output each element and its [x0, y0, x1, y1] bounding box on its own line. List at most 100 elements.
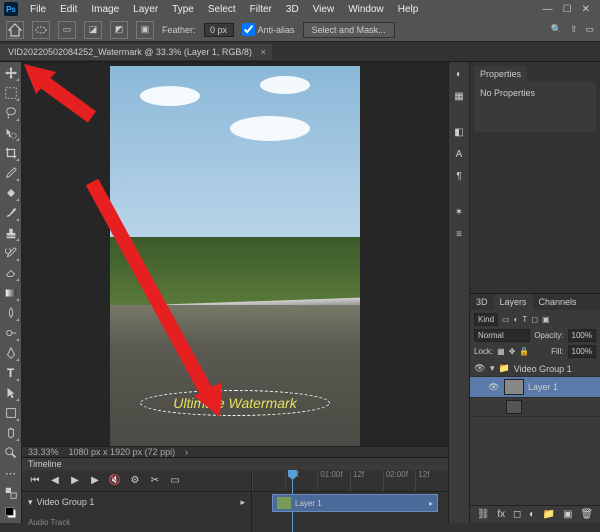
zoom-tool-icon[interactable]: [2, 444, 20, 462]
antialias-check-input[interactable]: [242, 23, 255, 36]
lock-position-icon[interactable]: ✥: [509, 347, 516, 356]
history-brush-tool-icon[interactable]: [2, 244, 20, 262]
next-frame-icon[interactable]: ▶: [88, 474, 102, 488]
close-icon[interactable]: ✕: [582, 4, 590, 15]
maximize-icon[interactable]: ☐: [563, 4, 572, 15]
blend-mode-select[interactable]: Normal: [474, 329, 530, 342]
canvas-viewport[interactable]: Ultimate Watermark: [22, 62, 448, 446]
shape-tool-icon[interactable]: [2, 404, 20, 422]
new-group-icon[interactable]: 📁: [543, 509, 555, 520]
visibility-eye-icon[interactable]: 👁: [488, 382, 500, 393]
menu-layer[interactable]: Layer: [127, 2, 164, 17]
history-panel-icon[interactable]: ≡: [451, 226, 467, 242]
track-add-icon[interactable]: ▸: [240, 497, 245, 508]
filter-smart-icon[interactable]: ▣: [542, 315, 550, 324]
antialias-checkbox[interactable]: Anti-alias: [242, 23, 295, 36]
layer-row[interactable]: 👁 Layer 1: [470, 377, 600, 398]
chevron-down-icon[interactable]: ▾: [490, 363, 495, 374]
healing-tool-icon[interactable]: [2, 184, 20, 202]
tab-channels[interactable]: Channels: [533, 294, 583, 310]
share-icon[interactable]: ⇧: [570, 24, 578, 35]
stamp-tool-icon[interactable]: [2, 224, 20, 242]
blur-tool-icon[interactable]: [2, 304, 20, 322]
clip-menu-icon[interactable]: ▸: [429, 499, 433, 508]
gradient-tool-icon[interactable]: [2, 284, 20, 302]
delete-layer-icon[interactable]: 🗑: [580, 509, 593, 520]
home-icon[interactable]: [6, 21, 24, 39]
workspace-icon[interactable]: ▭: [585, 24, 594, 35]
menu-filter[interactable]: Filter: [244, 2, 278, 17]
brushes-panel-icon[interactable]: ✶: [451, 204, 467, 220]
timeline-video-group-row[interactable]: ▾ Video Group 1 ▸: [22, 492, 251, 512]
selection-mode-intersect-icon[interactable]: ▣: [136, 21, 154, 39]
adjustment-layer-icon[interactable]: ◐: [529, 509, 535, 520]
timeline-options-icon[interactable]: ⚙: [128, 474, 142, 488]
search-icon[interactable]: 🔍: [551, 24, 562, 35]
lock-all-icon[interactable]: 🔒: [519, 347, 529, 356]
tab-layers[interactable]: Layers: [494, 294, 533, 310]
menu-select[interactable]: Select: [202, 2, 242, 17]
lasso-tool-icon[interactable]: [2, 104, 20, 122]
select-and-mask-button[interactable]: Select and Mask...: [303, 22, 395, 38]
more-tools-icon[interactable]: ⋯: [2, 464, 20, 482]
filter-type-icon[interactable]: T: [522, 315, 527, 324]
brush-tool-icon[interactable]: [2, 204, 20, 222]
type-tool-icon[interactable]: T: [2, 364, 20, 382]
feather-input[interactable]: 0 px: [204, 23, 234, 37]
menu-file[interactable]: File: [24, 2, 52, 17]
swatches-panel-icon[interactable]: ▦: [451, 88, 467, 104]
layer-thumbnail-icon[interactable]: [504, 379, 524, 395]
minimize-icon[interactable]: —: [543, 4, 553, 15]
layer-group-row[interactable]: 👁 ▾ 📁 Video Group 1: [470, 361, 600, 377]
close-tab-icon[interactable]: ×: [261, 47, 266, 57]
layer-sub-row[interactable]: [470, 398, 600, 417]
path-select-tool-icon[interactable]: [2, 384, 20, 402]
prev-frame-icon[interactable]: ◀: [48, 474, 62, 488]
paragraph-panel-icon[interactable]: ¶: [451, 168, 467, 184]
properties-tab[interactable]: Properties: [474, 66, 527, 82]
fill-input[interactable]: 100%: [568, 345, 596, 358]
menu-window[interactable]: Window: [342, 2, 390, 17]
adjustments-panel-icon[interactable]: ◧: [451, 124, 467, 140]
timeline-clip[interactable]: Layer 1 ▸: [272, 494, 438, 512]
selection-mode-sub-icon[interactable]: ◩: [110, 21, 128, 39]
menu-help[interactable]: Help: [392, 2, 425, 17]
eraser-tool-icon[interactable]: [2, 264, 20, 282]
filter-kind-select[interactable]: Kind: [474, 313, 498, 326]
styles-panel-icon[interactable]: A: [451, 146, 467, 162]
transition-icon[interactable]: ▭: [168, 474, 182, 488]
play-icon[interactable]: ▶: [68, 474, 82, 488]
edit-toolbar-icon[interactable]: [2, 484, 20, 502]
layer-mask-icon[interactable]: ◻: [513, 509, 521, 520]
pen-tool-icon[interactable]: [2, 344, 20, 362]
color-panel-icon[interactable]: ◐: [451, 66, 467, 82]
menu-view[interactable]: View: [307, 2, 341, 17]
color-swatch-icon[interactable]: [2, 504, 20, 522]
hand-tool-icon[interactable]: [2, 424, 20, 442]
eyedropper-tool-icon[interactable]: [2, 164, 20, 182]
dodge-tool-icon[interactable]: [2, 324, 20, 342]
crop-tool-icon[interactable]: [2, 144, 20, 162]
move-tool-icon[interactable]: [2, 64, 20, 82]
tab-3d[interactable]: 3D: [470, 294, 494, 310]
timeline-ruler[interactable]: 12f 01:00f 12f 02:00f 12f: [252, 470, 448, 492]
filter-adjust-icon[interactable]: ◐: [514, 315, 519, 324]
chevron-down-icon[interactable]: ▾: [28, 497, 33, 508]
menu-3d[interactable]: 3D: [280, 2, 305, 17]
link-layers-icon[interactable]: ⛓: [477, 509, 490, 520]
visibility-eye-icon[interactable]: 👁: [474, 363, 486, 374]
filter-pixel-icon[interactable]: ▭: [502, 315, 510, 324]
timeline-audio-row[interactable]: Audio Track: [22, 512, 251, 532]
opacity-input[interactable]: 100%: [568, 329, 596, 342]
active-tool-icon[interactable]: [32, 21, 50, 39]
menu-image[interactable]: Image: [85, 2, 125, 17]
quick-select-tool-icon[interactable]: [2, 124, 20, 142]
goto-start-icon[interactable]: ⏮: [28, 474, 42, 488]
mute-icon[interactable]: 🔇: [108, 474, 122, 488]
menu-edit[interactable]: Edit: [54, 2, 83, 17]
split-clip-icon[interactable]: ✂: [148, 474, 162, 488]
lock-pixels-icon[interactable]: ▦: [497, 347, 505, 356]
selection-mode-new-icon[interactable]: ▭: [58, 21, 76, 39]
menu-type[interactable]: Type: [166, 2, 200, 17]
new-layer-icon[interactable]: ▣: [563, 509, 572, 520]
